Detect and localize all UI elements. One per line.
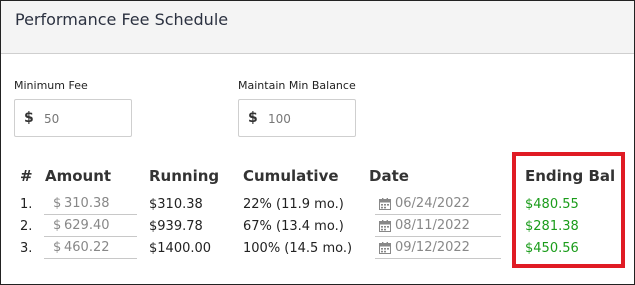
date-value: 08/11/2022 — [395, 218, 470, 233]
date-value: 09/12/2022 — [395, 240, 470, 255]
cumulative-value: 67% (13.4 mo.) — [243, 219, 344, 234]
minimum-fee-label: Minimum Fee — [14, 79, 88, 92]
currency-symbol: $ — [24, 110, 34, 126]
calendar-icon — [379, 220, 391, 232]
calendar-icon — [379, 242, 391, 254]
row-number: 1. — [20, 197, 33, 212]
column-header-cumulative: Cumulative — [243, 167, 339, 185]
amount-value: 460.22 — [64, 240, 110, 255]
amount-input[interactable]: $ 310.38 — [44, 195, 137, 215]
column-header-date: Date — [369, 167, 409, 185]
amount-input[interactable]: $ 629.40 — [44, 217, 137, 237]
maintain-min-balance-label: Maintain Min Balance — [238, 79, 356, 92]
page-title: Performance Fee Schedule — [15, 10, 229, 29]
minimum-fee-value: 50 — [44, 112, 60, 126]
amount-value: 629.40 — [64, 218, 110, 233]
amount-value: 310.38 — [64, 196, 110, 211]
cumulative-value: 22% (11.9 mo.) — [243, 197, 344, 212]
maintain-min-balance-value: 100 — [268, 112, 291, 126]
currency-symbol: $ — [53, 196, 62, 211]
row-number: 3. — [20, 241, 33, 256]
running-value: $310.38 — [149, 197, 203, 212]
panel-header: Performance Fee Schedule — [1, 1, 634, 54]
running-value: $1400.00 — [149, 241, 212, 256]
column-header-number: # — [20, 167, 33, 185]
minimum-fee-input[interactable]: $ 50 — [14, 99, 132, 137]
running-value: $939.78 — [149, 219, 203, 234]
column-header-running: Running — [149, 167, 220, 185]
calendar-icon — [379, 198, 391, 210]
maintain-min-balance-input[interactable]: $ 100 — [238, 99, 356, 137]
column-header-amount: Amount — [45, 167, 112, 185]
date-input[interactable]: 09/12/2022 — [375, 239, 501, 259]
date-input[interactable]: 08/11/2022 — [375, 217, 501, 237]
currency-symbol: $ — [53, 240, 62, 255]
ending-bal-highlight-box — [512, 152, 625, 268]
currency-symbol: $ — [248, 110, 258, 126]
row-number: 2. — [20, 219, 33, 234]
currency-symbol: $ — [53, 218, 62, 233]
date-input[interactable]: 06/24/2022 — [375, 195, 501, 215]
cumulative-value: 100% (14.5 mo.) — [243, 241, 353, 256]
amount-input[interactable]: $ 460.22 — [44, 239, 137, 259]
date-value: 06/24/2022 — [395, 196, 470, 211]
